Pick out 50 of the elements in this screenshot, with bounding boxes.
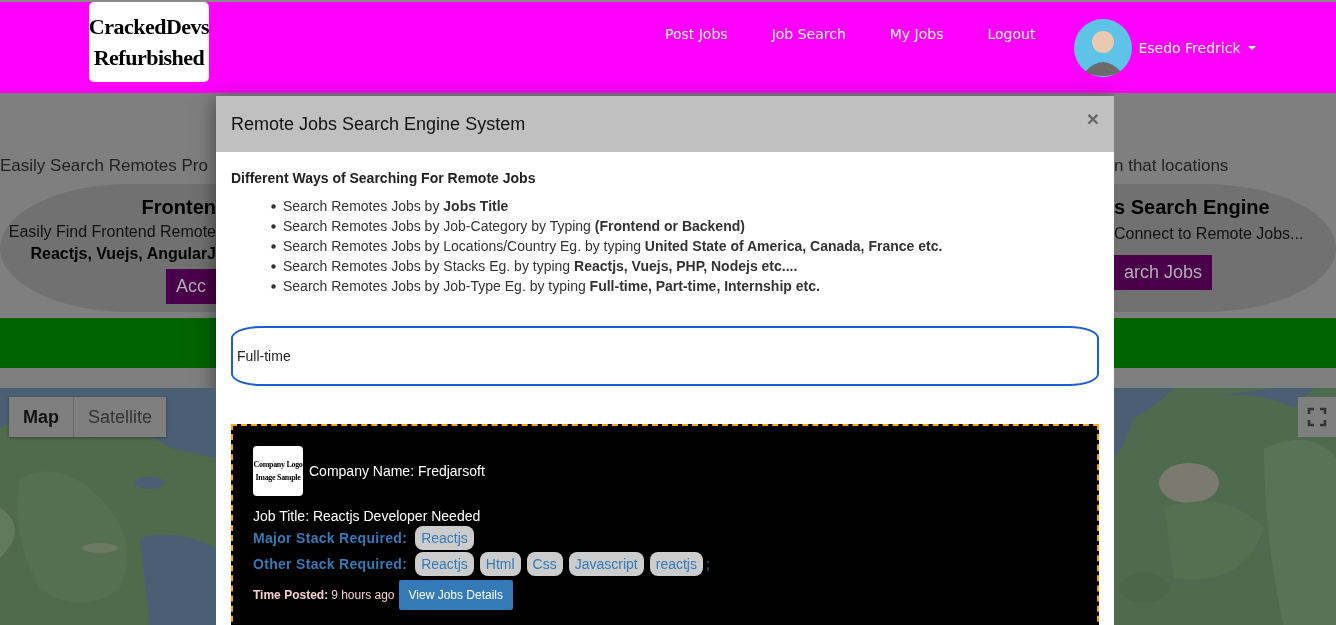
search-jobs-button[interactable]: arch Jobs — [1114, 255, 1213, 290]
job-title: Job Title: Reactjs Developer Needed — [253, 508, 482, 524]
stack-tag: Reactjs — [415, 552, 474, 576]
user-menu[interactable]: Esedo Fredrick — [1138, 39, 1257, 56]
search-field[interactable]: Full-time — [231, 326, 1099, 386]
stack-tag: Css — [526, 552, 563, 576]
avatar-icon[interactable] — [1073, 17, 1134, 78]
panel-stacks: Reactjs, Vuejs, AngularJ — [30, 245, 216, 263]
company-logo: Company Logo Image Sample — [253, 446, 303, 496]
section-heading: Different Ways of Searching For Remote Jobs — [231, 170, 537, 186]
panel-text: Easily Find Frontend Remote — [8, 223, 216, 241]
nav-link[interactable]: Job Search — [749, 26, 868, 42]
nav-link[interactable]: My Jobs — [867, 26, 966, 42]
bullet-icon — [271, 243, 276, 249]
stack-label: Other Stack Required: — [253, 556, 408, 572]
search-tip: Search Remotes Jobs by Stacks Eg. by typing Reactjs, Vuejs, PHP, Nodejs etc.... — [283, 257, 798, 276]
company-name: Company Name: Fredjarsoft — [309, 463, 485, 479]
modal-title: Remote Jobs Search Engine System — [231, 113, 526, 135]
intro-text: n that locations — [1114, 156, 1230, 176]
separator-text: ; — [706, 556, 710, 572]
search-tip: Search Remotes Jobs by Job-Type Eg. by typing Full-time, Part-time, Internship etc. — [283, 277, 820, 296]
close-button[interactable]: × — [1086, 107, 1099, 131]
caret-icon — [1246, 44, 1257, 51]
intro-text: Easily Search Remotes Pro — [0, 156, 209, 176]
fullscreen-button[interactable] — [1298, 397, 1336, 437]
search-tip: Search Remotes Jobs by Jobs Title — [283, 197, 509, 216]
search-tip: Search Remotes Jobs by Job-Category by Typing (Frontend or Backend) — [283, 217, 745, 236]
time-posted: 9 hours ago — [331, 588, 395, 602]
time-label: Time Posted: — [253, 588, 329, 602]
panel-title: s Search Engine — [1114, 196, 1270, 219]
bullet-icon — [271, 223, 276, 229]
stack-label: Major Stack Required: — [253, 530, 408, 546]
fullscreen-icon — [1307, 407, 1327, 427]
bullet-icon — [271, 263, 276, 269]
map-type-button[interactable]: Map — [9, 397, 73, 437]
bullet-icon — [271, 203, 276, 209]
nav-link[interactable]: Post Jobs — [643, 26, 750, 42]
search-tip: Search Remotes Jobs by Locations/Country Eg. by typing United State of America, Canada, France etc. — [283, 237, 943, 256]
stack-tag: Html — [479, 552, 521, 576]
nav-link[interactable]: Logout — [965, 26, 1058, 42]
panel-text: Connect to Remote Jobs... — [1114, 225, 1304, 243]
view-details-button[interactable]: View Jobs Details — [398, 580, 514, 610]
panel-title: Fronten — [141, 196, 216, 219]
stack-tag: reactjs — [649, 552, 703, 576]
logo[interactable]: CrackedDevs Refurbished — [89, 2, 209, 82]
bullet-icon — [271, 283, 276, 289]
stack-tag: Reactjs — [415, 526, 474, 550]
stack-tag: Javascript — [568, 552, 644, 576]
map-type-button[interactable]: Satellite — [73, 397, 167, 437]
access-button[interactable]: Acc — [166, 269, 216, 304]
